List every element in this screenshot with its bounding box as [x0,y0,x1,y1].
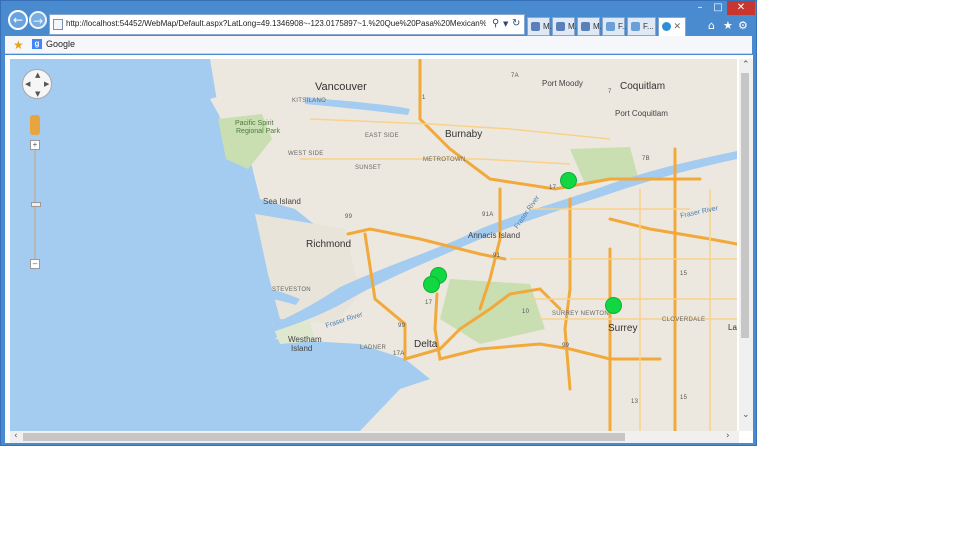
minimize-button[interactable]: – [691,1,709,15]
map-label-ladner: LADNER [360,345,387,351]
favorites-star-icon[interactable]: ★ [723,19,733,32]
favorites-bar: ★ g Google [5,36,752,54]
horizontal-scroll-thumb[interactable] [23,433,625,441]
search-icon[interactable]: ⚲ [492,18,499,29]
map-label-steveston: STEVESTON [272,287,311,293]
pan-left-icon[interactable]: ◀ [25,80,30,88]
maximize-button[interactable]: □ [709,1,727,15]
map-label-burnaby: Burnaby [445,129,483,140]
tab-5-label: F... [643,22,654,31]
map-label-port-moody: Port Moody [542,79,583,88]
map-label-surrey: Surrey [608,323,638,334]
map-label-annacis-island: Annacis Island [468,231,521,240]
address-bar[interactable]: http://localhost:54452/WebMap/Default.as… [49,14,525,35]
map-label-cloverdale: CLOVERDALE [662,317,706,323]
map-label-kitsilano: KITSILANO [292,98,327,104]
map-label-westham: Westham [288,335,322,344]
route-shield-15: 15 [680,271,688,277]
zoom-slider-thumb[interactable] [31,202,41,207]
route-shield-17b: 17 [425,300,433,306]
tab-favicon-icon [606,22,615,31]
map-label-vancouver: Vancouver [315,81,367,93]
favorite-google-link[interactable]: Google [46,39,75,49]
marker-surrey[interactable] [605,297,622,314]
home-icon[interactable]: ⌂ [708,19,715,32]
pan-down-icon[interactable]: ▼ [35,90,40,98]
route-shield-13: 13 [631,399,639,405]
page-content: Vancouver Burnaby Richmond Delta Surrey … [5,55,753,443]
route-shield-99a: 99 [345,214,353,220]
map-label-metrotown: METROTOWN [423,157,466,163]
tab-4[interactable]: F... [602,17,629,36]
route-shield-10: 10 [522,309,530,315]
tab-favicon-icon [556,22,565,31]
tab-active[interactable]: ✕ [658,17,686,36]
map-canvas[interactable]: Vancouver Burnaby Richmond Delta Surrey … [10,59,737,431]
map-label-sunset: SUNSET [355,165,382,171]
map-label-richmond: Richmond [306,239,352,250]
refresh-icon[interactable]: ↻ [512,18,520,29]
browser-window: ← → http://localhost:54452/WebMap/Defaul… [0,0,757,446]
map-pan-control[interactable]: ▲ ▼ ◀ ▶ [22,69,52,99]
scroll-down-icon[interactable]: ⌄ [742,410,750,420]
google-favicon-icon: g [32,39,42,49]
street-view-pegman-icon[interactable] [30,115,40,135]
tab-3[interactable]: M... [577,17,606,36]
tab-5[interactable]: F... [627,17,656,36]
vertical-scroll-thumb[interactable] [741,73,749,338]
map-label-edge: La [728,323,737,332]
map-label-delta: Delta [414,339,438,350]
tab-2[interactable]: M... [552,17,581,36]
add-favorite-icon[interactable]: ★ [13,38,24,52]
scroll-right-icon[interactable]: › [726,431,730,441]
page-icon [53,19,63,30]
back-button[interactable]: ← [8,10,28,30]
forward-button[interactable]: → [29,11,47,29]
route-shield-7b: 7B [642,156,650,162]
route-shield-15b: 15 [680,395,688,401]
map-label-coquitlam: Coquitlam [620,81,666,92]
map-label-regional-park: Regional Park [236,128,280,135]
route-shield-17a: 17A [393,351,405,357]
tab-favicon-icon [631,22,640,31]
map-label-sea-island: Sea Island [263,197,301,206]
zoom-in-button[interactable]: + [30,140,40,150]
route-shield-7: 7 [608,89,612,95]
route-shield-91a: 91A [482,212,494,218]
route-shield-17: 17 [549,185,557,191]
route-shield-91: 91 [493,253,501,259]
dropdown-icon[interactable]: ▼ [503,20,508,28]
zoom-out-button[interactable]: – [30,259,40,269]
tab-favicon-icon [531,22,540,31]
ie-favicon-icon [662,22,671,31]
tab-favicon-icon [581,22,590,31]
marker-delta-2[interactable] [423,276,440,293]
close-window-button[interactable]: ✕ [727,1,755,15]
map-label-pacific-spirit: Pacific Spirit [235,120,274,127]
map-label-west-side: WEST SIDE [288,151,324,157]
browser-toolbar: ← → http://localhost:54452/WebMap/Defaul… [1,1,756,36]
route-shield-99b: 99 [398,323,406,329]
settings-gear-icon[interactable]: ⚙ [738,19,748,32]
map-label-port-coquitlam: Port Coquitlam [615,109,668,118]
map-label-east-side: EAST SIDE [365,133,399,139]
pan-right-icon[interactable]: ▶ [44,80,49,88]
map-label-surrey-newton: SURREY NEWTON [552,311,610,317]
route-shield-1: 1 [422,95,426,101]
map-label-island: Island [291,344,313,353]
scroll-up-icon[interactable]: ⌃ [742,60,750,70]
address-url[interactable]: http://localhost:54452/WebMap/Default.as… [66,19,486,28]
scroll-left-icon[interactable]: ‹ [14,431,18,441]
route-shield-99c: 99 [562,343,570,349]
pan-up-icon[interactable]: ▲ [35,71,40,79]
route-shield-7a: 7A [511,73,519,79]
marker-new-westminster[interactable] [560,172,577,189]
close-tab-icon[interactable]: ✕ [673,18,681,35]
tab-1[interactable]: M... [527,17,556,36]
